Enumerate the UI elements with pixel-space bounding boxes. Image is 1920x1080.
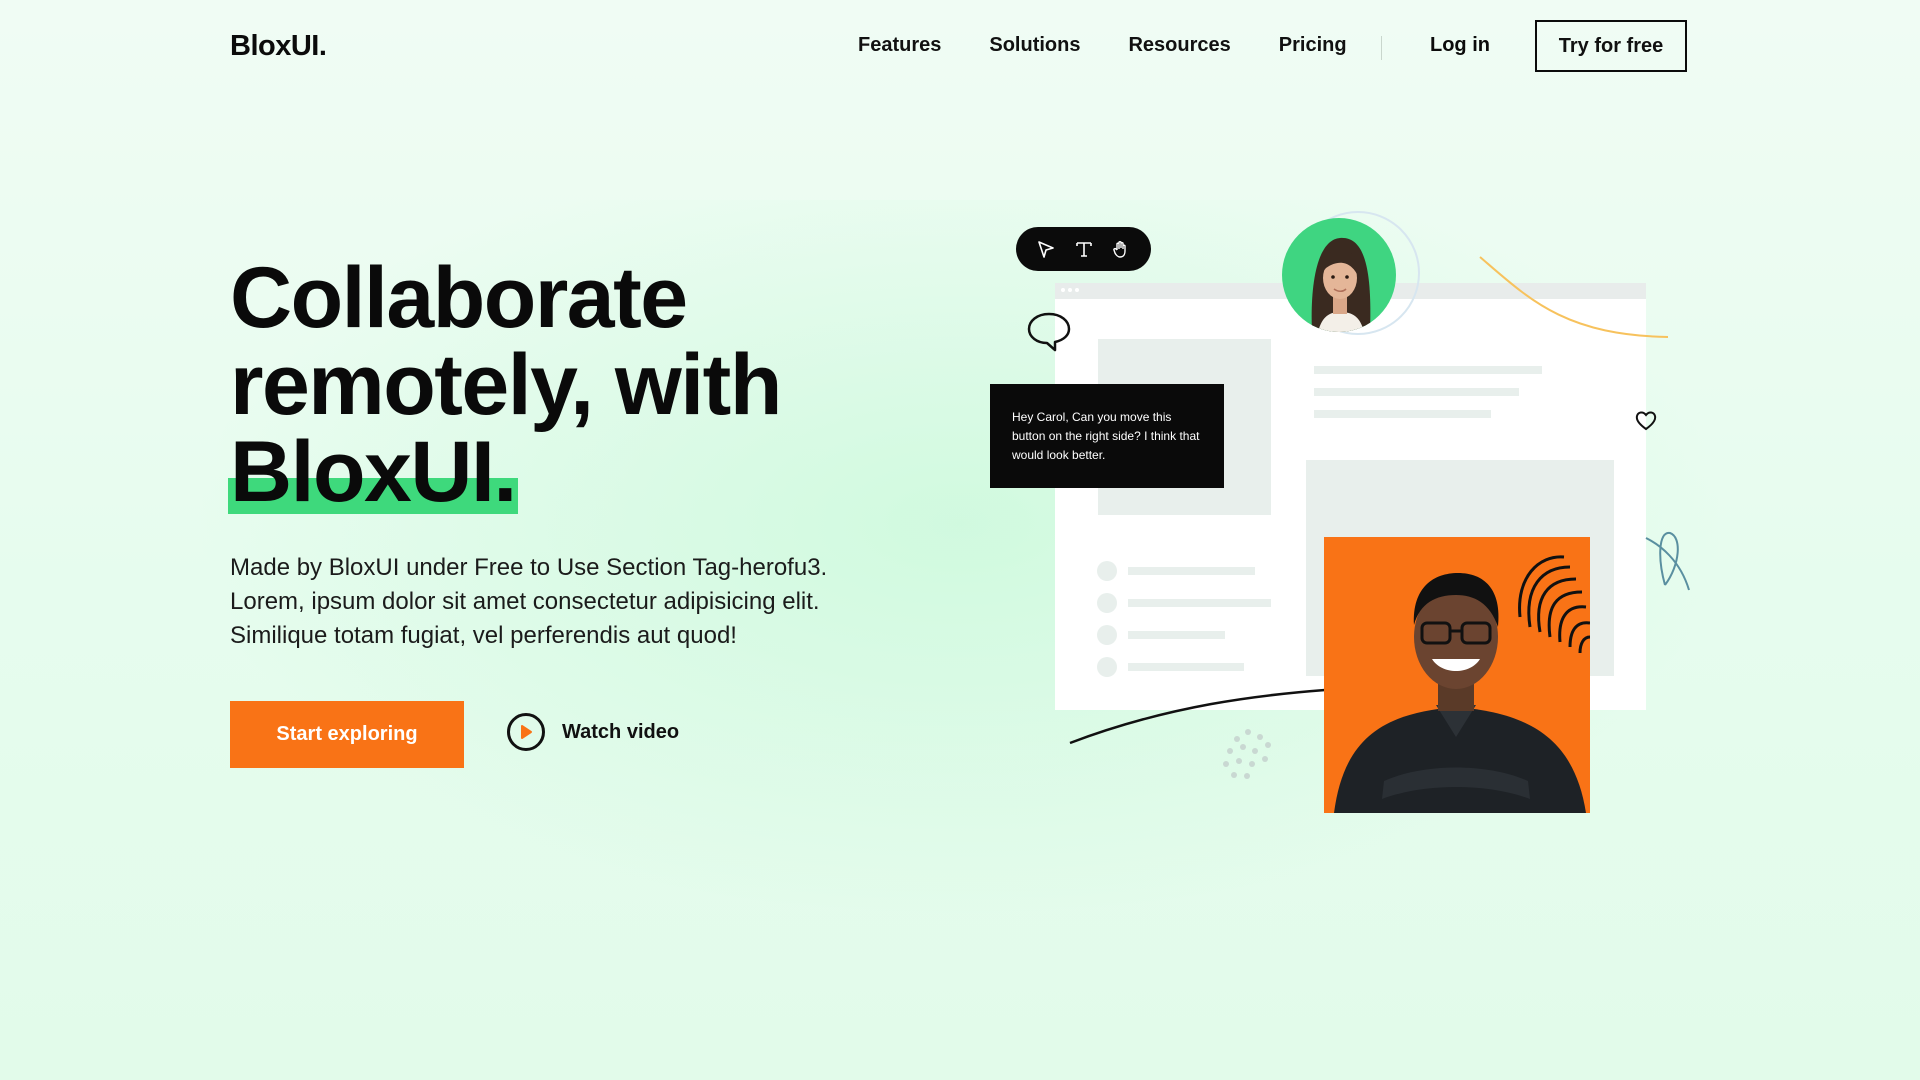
chat-message-bubble: Hey Carol, Can you move this button on t… bbox=[990, 384, 1224, 488]
try-for-free-button[interactable]: Try for free bbox=[1535, 20, 1687, 72]
hand-icon[interactable] bbox=[1107, 235, 1135, 263]
nav-divider bbox=[1381, 36, 1382, 60]
dots-cluster bbox=[1223, 729, 1271, 779]
collaborator-photo-man bbox=[1324, 537, 1590, 813]
nav-link-solutions[interactable]: Solutions bbox=[989, 34, 1080, 57]
text-icon[interactable] bbox=[1070, 235, 1098, 263]
editor-toolbar bbox=[1016, 227, 1151, 271]
top-navbar: BloxUI. Features Solutions Resources Pri… bbox=[0, 0, 1920, 96]
nav-link-resources[interactable]: Resources bbox=[1128, 34, 1230, 57]
heart-icon bbox=[1635, 411, 1657, 431]
login-link[interactable]: Log in bbox=[1430, 34, 1490, 57]
hero-headline: Collaborate remotely, with BloxUI. bbox=[228, 250, 782, 520]
headline-line-1: Collaborate bbox=[230, 250, 688, 346]
blue-squiggle bbox=[1645, 532, 1690, 591]
collaborator-avatar-woman bbox=[1282, 218, 1396, 332]
play-icon bbox=[507, 713, 545, 751]
yellow-swoosh bbox=[1479, 256, 1669, 338]
brand-logo[interactable]: BloxUI. bbox=[230, 30, 327, 63]
watch-video-button[interactable]: Watch video bbox=[507, 713, 679, 751]
fingerprint-graphic bbox=[1518, 555, 1590, 654]
black-curve bbox=[1069, 688, 1326, 745]
headline-line-2: remotely, with bbox=[230, 337, 782, 433]
speech-bubble-icon bbox=[1027, 312, 1071, 352]
description-line-1: Made by BloxUI under Free to Use Section… bbox=[230, 554, 828, 581]
nav-link-features[interactable]: Features bbox=[858, 34, 941, 57]
nav-links: Features Solutions Resources Pricing bbox=[858, 34, 1347, 57]
start-exploring-button[interactable]: Start exploring bbox=[230, 701, 464, 768]
hero-illustration: Hey Carol, Can you move this button on t… bbox=[990, 211, 1690, 835]
hero-description: Made by BloxUI under Free to Use Section… bbox=[230, 551, 930, 653]
nav-link-pricing[interactable]: Pricing bbox=[1279, 34, 1347, 57]
watch-video-label: Watch video bbox=[562, 720, 680, 743]
pointer-icon[interactable] bbox=[1032, 235, 1060, 263]
description-line-2: Lorem, ipsum dolor sit amet consectetur … bbox=[230, 588, 820, 615]
description-line-3: Similique totam fugiat, vel perferendis … bbox=[230, 622, 737, 649]
headline-brand-highlight: BloxUI. bbox=[228, 424, 518, 520]
